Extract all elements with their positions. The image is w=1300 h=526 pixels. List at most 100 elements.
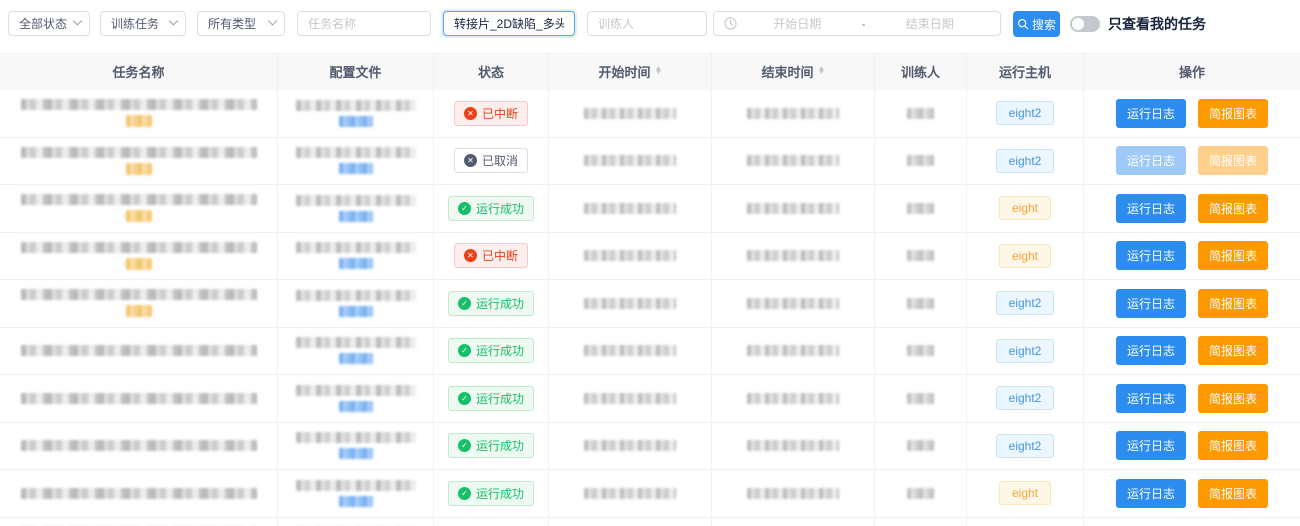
task-name-input[interactable] — [308, 17, 420, 31]
host-badge: eight2 — [996, 101, 1055, 125]
task-tag-redacted — [126, 258, 152, 270]
status-icon: ✕ — [464, 154, 477, 167]
start-time-redacted — [584, 298, 676, 309]
task-name-redacted — [21, 194, 257, 205]
report-chart-button[interactable]: 简报图表 — [1198, 384, 1268, 413]
config-link-redacted[interactable] — [339, 306, 373, 317]
report-chart-button[interactable]: 简报图表 — [1198, 289, 1268, 318]
config-file-redacted — [296, 337, 416, 348]
col-header-host: 运行主机 — [967, 52, 1084, 90]
config-file-redacted — [296, 242, 416, 253]
trainer-redacted — [907, 155, 934, 166]
task-name-redacted — [21, 488, 257, 499]
report-chart-button[interactable]: 简报图表 — [1198, 479, 1268, 508]
status-filter-value: 全部状态 — [19, 15, 67, 32]
col-header-status: 状态 — [434, 52, 549, 90]
config-link-redacted[interactable] — [339, 353, 373, 364]
trainer-redacted — [907, 488, 934, 499]
table-row: ✕ 已中断 eight2 运行日志 简报图表 — [0, 90, 1300, 138]
config-link-redacted[interactable] — [339, 401, 373, 412]
start-time-redacted — [584, 250, 676, 261]
status-badge: ✕ 已取消 — [454, 148, 528, 173]
status-badge: ✓ 运行成功 — [448, 291, 534, 316]
config-link-redacted[interactable] — [339, 163, 373, 174]
clock-icon — [724, 17, 737, 30]
status-label: 运行成功 — [476, 200, 524, 217]
task-name-redacted — [21, 440, 257, 451]
all-types-select[interactable]: 所有类型 — [197, 11, 285, 36]
table-row: ✓ 运行成功 eight 运行日志 简报图表 — [0, 470, 1300, 518]
search-name-input[interactable] — [454, 17, 564, 31]
report-chart-button[interactable]: 简报图表 — [1198, 194, 1268, 223]
run-log-button[interactable]: 运行日志 — [1116, 194, 1186, 223]
end-time-redacted — [747, 393, 839, 404]
start-time-redacted — [584, 440, 676, 451]
status-badge: ✓ 运行成功 — [448, 196, 534, 221]
report-chart-button[interactable]: 简报图表 — [1198, 241, 1268, 270]
end-time-redacted — [747, 298, 839, 309]
table-row: ✓ 运行成功 eight2 运行日志 简报图表 — [0, 423, 1300, 471]
end-time-redacted — [747, 488, 839, 499]
report-chart-button[interactable]: 简报图表 — [1198, 146, 1268, 175]
task-type-select[interactable]: 训练任务 — [100, 11, 186, 36]
status-badge: ✓ 运行成功 — [448, 338, 534, 363]
trainer-redacted — [907, 203, 934, 214]
run-log-button[interactable]: 运行日志 — [1116, 146, 1186, 175]
trainer-input[interactable] — [598, 17, 696, 31]
status-badge: ✓ 运行成功 — [448, 433, 534, 458]
end-time-redacted — [747, 345, 839, 356]
col-header-start-time: 开始时间 ▲▼ — [549, 52, 712, 90]
report-chart-button[interactable]: 简报图表 — [1198, 431, 1268, 460]
trainer-redacted — [907, 108, 934, 119]
run-log-button[interactable]: 运行日志 — [1116, 336, 1186, 365]
config-file-redacted — [296, 432, 416, 443]
report-chart-button[interactable]: 简报图表 — [1198, 336, 1268, 365]
sort-icon[interactable]: ▲▼ — [655, 67, 662, 75]
status-icon: ✓ — [458, 344, 471, 357]
config-link-redacted[interactable] — [339, 448, 373, 459]
end-time-redacted — [747, 155, 839, 166]
start-time-redacted — [584, 345, 676, 356]
table-header: 任务名称 配置文件 状态 开始时间 ▲▼ 结束时间 ▲▼ 训练人 — [0, 52, 1300, 90]
run-log-button[interactable]: 运行日志 — [1116, 431, 1186, 460]
col-header-config-file: 配置文件 — [278, 52, 434, 90]
end-time-redacted — [747, 203, 839, 214]
status-label: 运行成功 — [476, 342, 524, 359]
config-link-redacted[interactable] — [339, 116, 373, 127]
search-button[interactable]: 搜索 — [1013, 11, 1060, 37]
config-file-redacted — [296, 290, 416, 301]
task-name-redacted — [21, 242, 257, 253]
task-table: 任务名称 配置文件 状态 开始时间 ▲▼ 结束时间 ▲▼ 训练人 — [0, 52, 1300, 526]
config-link-redacted[interactable] — [339, 211, 373, 222]
host-badge: eight — [999, 244, 1051, 268]
run-log-button[interactable]: 运行日志 — [1116, 479, 1186, 508]
run-log-button[interactable]: 运行日志 — [1116, 99, 1186, 128]
start-date-placeholder[interactable]: 开始日期 — [737, 15, 858, 32]
col-header-trainer: 训练人 — [875, 52, 967, 90]
table-row: ✓ 运行成功 eight 运行日志 简报图表 — [0, 185, 1300, 233]
report-chart-button[interactable]: 简报图表 — [1198, 99, 1268, 128]
start-time-redacted — [584, 108, 676, 119]
task-tag-redacted — [126, 115, 152, 127]
sort-icon[interactable]: ▲▼ — [818, 67, 825, 75]
status-label: 已中断 — [482, 247, 518, 264]
end-date-placeholder[interactable]: 结束日期 — [870, 15, 991, 32]
status-filter-select[interactable]: 全部状态 — [8, 11, 90, 36]
host-badge: eight2 — [996, 339, 1055, 363]
table-body: ✕ 已中断 eight2 运行日志 简报图表 ✕ 已取消 — [0, 90, 1300, 526]
chevron-down-icon — [169, 16, 179, 26]
my-tasks-toggle[interactable] — [1070, 16, 1100, 32]
chevron-down-icon — [73, 16, 83, 26]
date-range-picker[interactable]: 开始日期 - 结束日期 — [713, 11, 1001, 36]
host-badge: eight — [999, 196, 1051, 220]
config-link-redacted[interactable] — [339, 258, 373, 269]
config-link-redacted[interactable] — [339, 496, 373, 507]
run-log-button[interactable]: 运行日志 — [1116, 289, 1186, 318]
run-log-button[interactable]: 运行日志 — [1116, 384, 1186, 413]
table-row: ✓ 运行成功 eight 运行日志 简报图表 — [0, 518, 1300, 526]
run-log-button[interactable]: 运行日志 — [1116, 241, 1186, 270]
trainer-redacted — [907, 345, 934, 356]
task-name-redacted — [21, 289, 257, 300]
task-name-redacted — [21, 99, 257, 110]
status-label: 已中断 — [482, 105, 518, 122]
